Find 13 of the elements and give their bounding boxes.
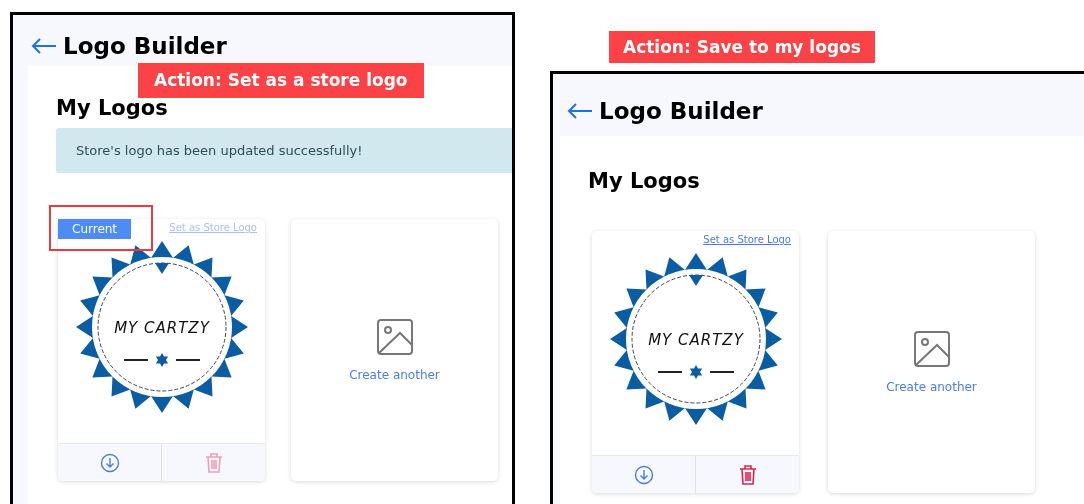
set-store-logo-link[interactable]: Set as Store Logo [703, 234, 791, 245]
section-heading: My Logos [56, 96, 169, 120]
create-another-link[interactable]: Create another [349, 368, 440, 382]
section-heading: My Logos [588, 169, 701, 193]
create-another-link[interactable]: Create another [886, 380, 977, 394]
create-card[interactable]: Create another [828, 231, 1035, 493]
action-caption: Action: Save to my logos [609, 31, 875, 63]
create-card[interactable]: Create another [291, 219, 498, 481]
current-badge: Current [58, 219, 132, 239]
action-caption: Action: Set as a store logo [138, 63, 424, 98]
page-title: Logo Builder [599, 98, 763, 124]
success-alert: Store's logo has been updated successfully! [56, 128, 512, 173]
page-title: Logo Builder [63, 32, 227, 59]
